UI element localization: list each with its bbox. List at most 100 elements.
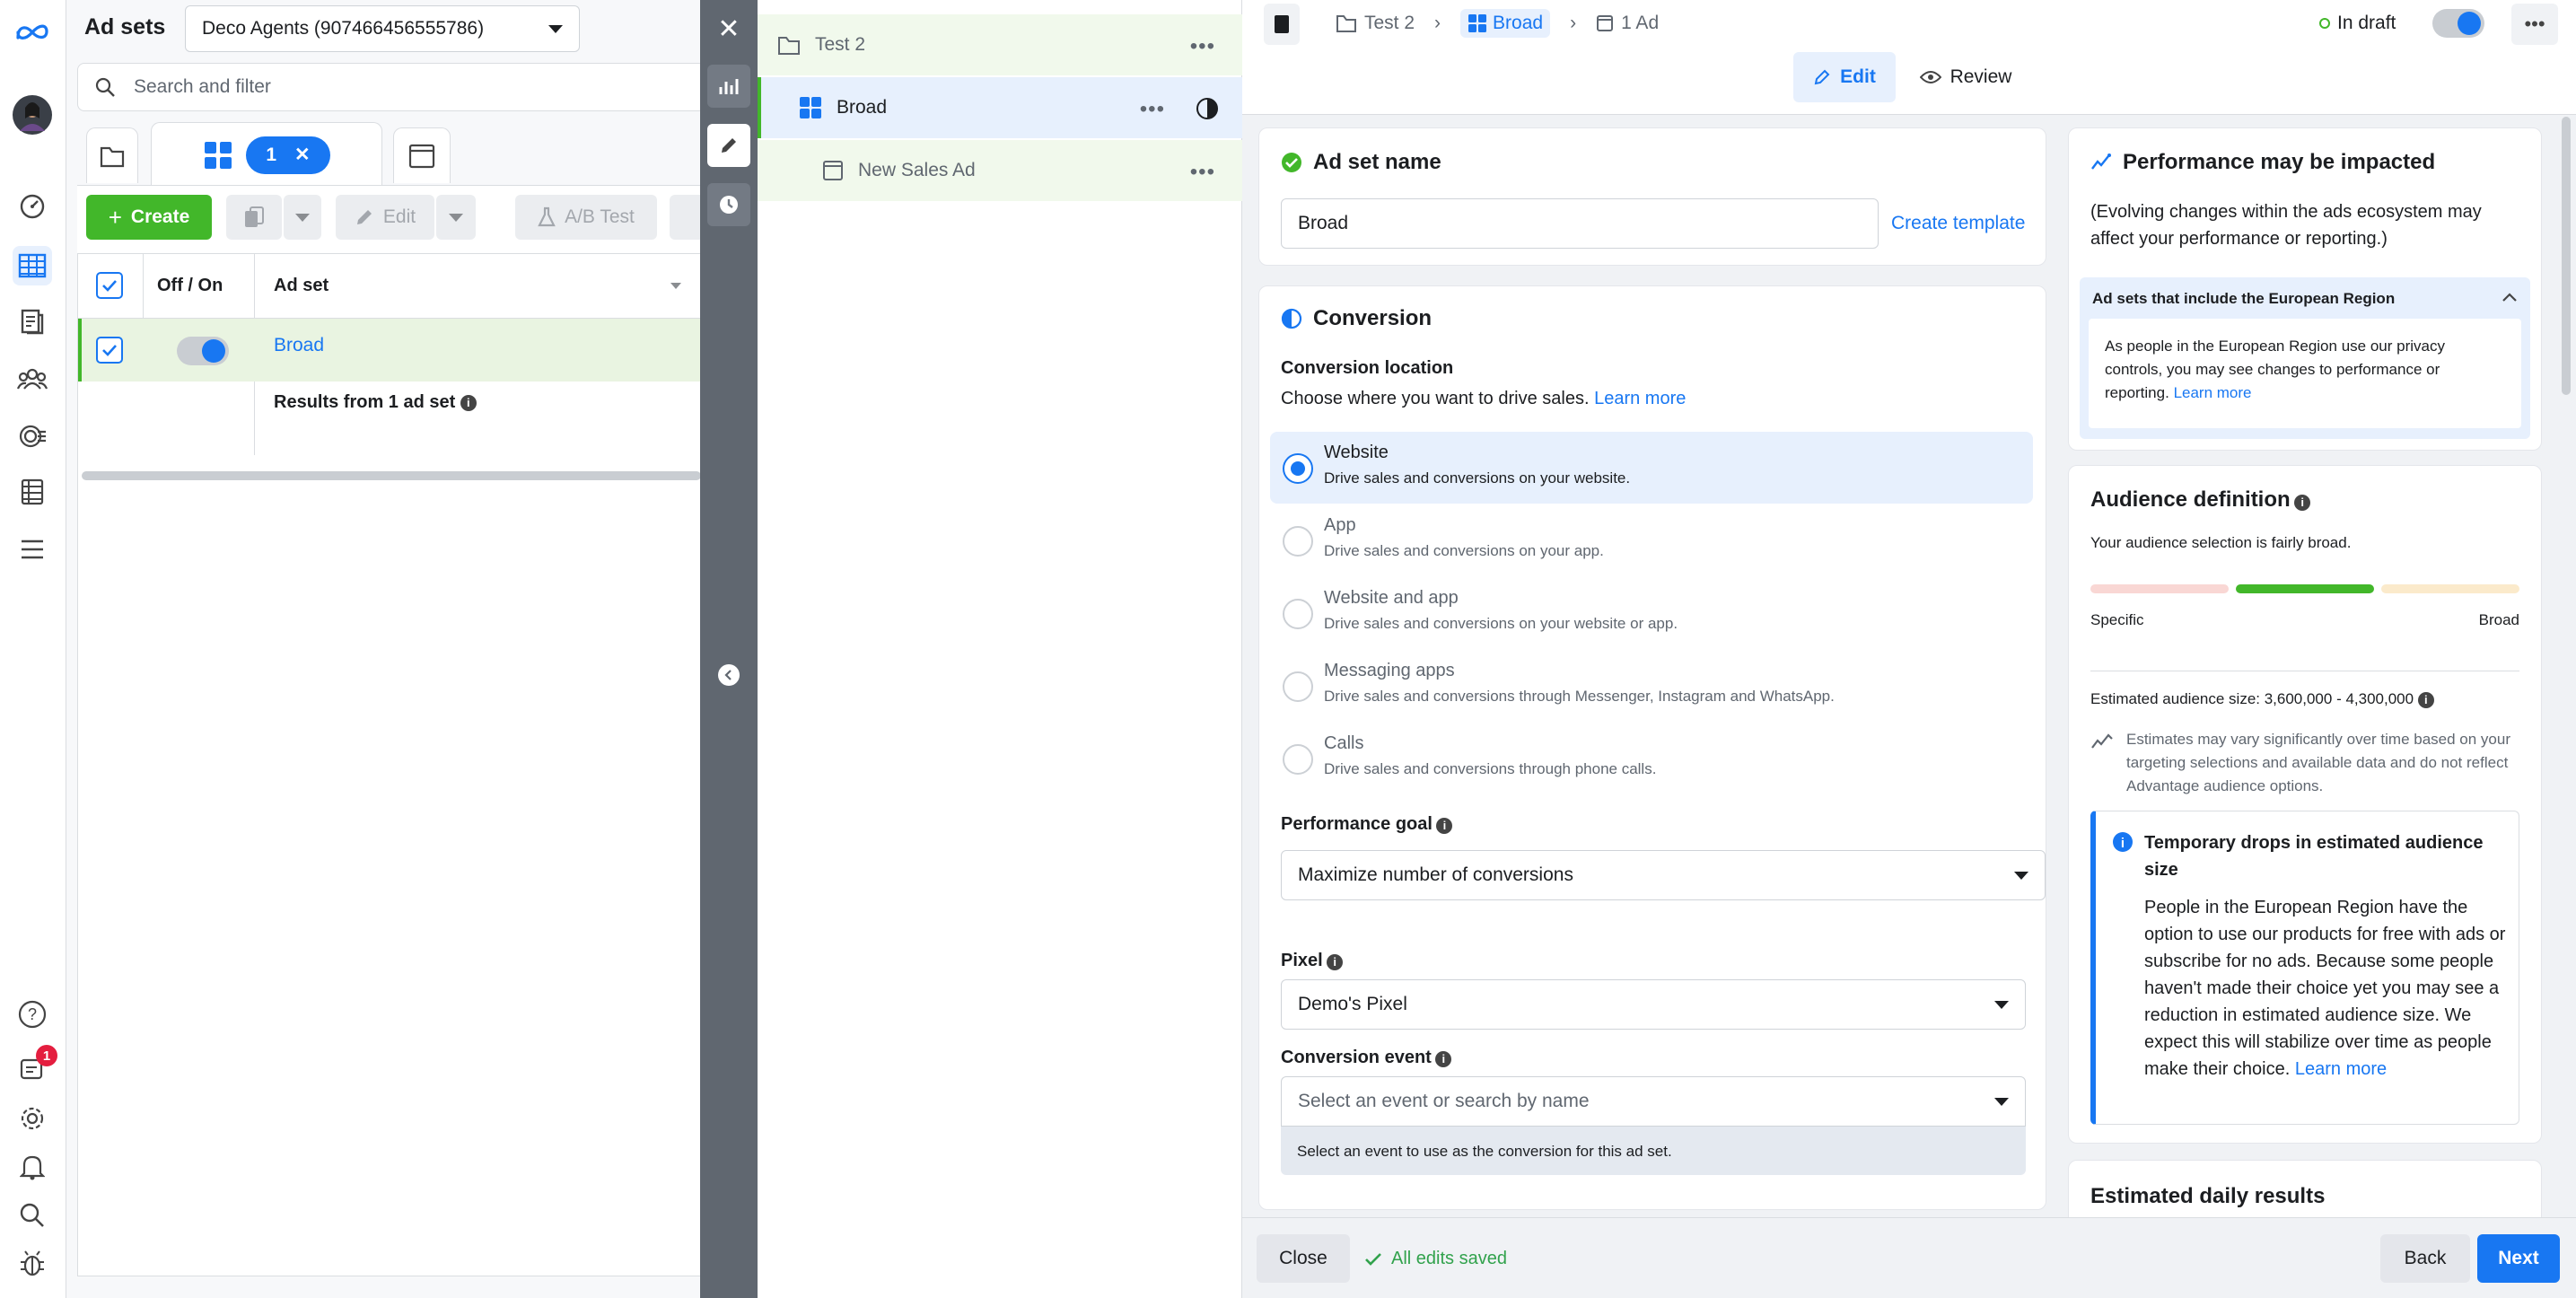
adset-editor: Test 2 › Broad › 1 Ad In draft ••• Edit … <box>1242 0 2576 1298</box>
radio-button[interactable] <box>1283 599 1313 629</box>
close-editor-icon[interactable]: ✕ <box>711 11 747 47</box>
tab-edit[interactable]: Edit <box>1793 52 1896 102</box>
radio-option-calls[interactable]: Calls Drive sales and conversions throug… <box>1270 723 2033 794</box>
table-row[interactable]: Broad <box>78 319 706 382</box>
tab-ads[interactable] <box>393 127 451 183</box>
row-checkbox[interactable] <box>96 337 123 364</box>
radio-option-app[interactable]: App Drive sales and conversions on your … <box>1270 504 2033 576</box>
breadcrumb-adset[interactable]: Broad <box>1460 9 1551 38</box>
conversion-event-placeholder: Select an event or search by name <box>1298 1091 1590 1111</box>
insights-chart-icon[interactable] <box>707 65 750 108</box>
radio-button[interactable] <box>1283 453 1313 484</box>
close-button[interactable]: Close <box>1257 1234 1350 1283</box>
radio-button[interactable] <box>1283 671 1313 702</box>
duplicate-dropdown-button[interactable] <box>284 195 321 240</box>
conversion-event-select[interactable]: Select an event or search by name <box>1281 1076 2026 1127</box>
create-label: Create <box>130 206 190 227</box>
breadcrumb-campaign[interactable]: Test 2 <box>1364 13 1415 34</box>
section-title[interactable]: Ad sets that include the European Region <box>2092 290 2395 308</box>
learn-more-link[interactable]: Learn more <box>1594 389 1686 408</box>
ads-manager-table-icon[interactable] <box>13 246 52 285</box>
select-all-checkbox[interactable] <box>96 272 123 299</box>
settings-gear-icon[interactable] <box>13 1099 52 1138</box>
option-description: Drive sales and conversions through phon… <box>1324 760 1657 777</box>
bug-report-icon[interactable] <box>13 1244 52 1284</box>
more-options-icon[interactable]: ••• <box>1190 34 1215 59</box>
audiences-icon[interactable] <box>13 359 52 399</box>
clear-selection-close-icon[interactable]: ✕ <box>294 144 311 166</box>
column-header-ad-set[interactable]: Ad set <box>274 276 329 296</box>
tree-item-campaign[interactable]: Test 2 ••• <box>758 14 1242 75</box>
selection-chip[interactable]: 1 ✕ <box>246 136 330 174</box>
adset-toggle-switch[interactable] <box>177 337 229 365</box>
bell-icon[interactable] <box>13 1147 52 1187</box>
next-button[interactable]: Next <box>2477 1234 2560 1283</box>
conversion-event-hint-text: Select an event to use as the conversion… <box>1297 1143 1672 1160</box>
edit-button[interactable]: Edit <box>336 195 434 240</box>
learn-more-link[interactable]: Learn more <box>2174 384 2252 401</box>
breadcrumb-separator-icon: › <box>1570 13 1577 33</box>
pages-icon[interactable] <box>13 302 52 341</box>
edit-dropdown-button[interactable] <box>436 195 476 240</box>
tab-campaigns[interactable] <box>86 127 138 183</box>
more-options-icon[interactable]: ••• <box>2511 4 2558 45</box>
pixel-select[interactable]: Demo's Pixel <box>1281 979 2026 1030</box>
performance-goal-select[interactable]: Maximize number of conversions <box>1281 850 2046 900</box>
breadcrumb-ad[interactable]: 1 Ad <box>1621 13 1659 34</box>
tree-item-adset[interactable]: Broad ••• <box>758 77 1242 138</box>
radio-option-messaging-apps[interactable]: Messaging apps Drive sales and conversio… <box>1270 650 2033 722</box>
radio-option-website[interactable]: Website Drive sales and conversions on y… <box>1270 432 2033 504</box>
search-icon[interactable] <box>13 1196 52 1235</box>
ab-test-button[interactable]: A/B Test <box>515 195 657 240</box>
duplicate-button[interactable] <box>226 195 282 240</box>
info-icon[interactable]: i <box>1436 817 1453 834</box>
tab-review[interactable]: Review <box>1912 52 2020 102</box>
info-icon[interactable]: i <box>460 394 477 411</box>
search-input[interactable]: Search and filter <box>77 63 705 111</box>
learn-more-link[interactable]: Learn more <box>2295 1059 2387 1079</box>
chevron-up-icon[interactable] <box>2502 292 2518 303</box>
all-tools-menu-icon[interactable] <box>13 530 52 569</box>
adset-name-link[interactable]: Broad <box>274 335 324 356</box>
sort-chevron-icon[interactable] <box>670 283 681 289</box>
sidebar-toggle-icon[interactable] <box>1264 4 1300 45</box>
billing-icon[interactable] <box>13 472 52 512</box>
history-clock-icon[interactable] <box>707 183 750 226</box>
option-title: Messaging apps <box>1324 661 1455 680</box>
column-header-toggle[interactable]: Off / On <box>157 276 223 296</box>
create-button[interactable]: + Create <box>86 195 212 240</box>
conversion-event-hint: Select an event to use as the conversion… <box>1281 1127 2026 1175</box>
info-icon[interactable]: i <box>2417 691 2434 708</box>
ad-account-selector[interactable]: Deco Agents (907466456555786) <box>185 5 580 52</box>
radio-option-website-and-app[interactable]: Website and app Drive sales and conversi… <box>1270 577 2033 649</box>
radio-button[interactable] <box>1283 526 1313 557</box>
adset-name-input[interactable]: Broad <box>1281 198 1879 249</box>
avatar[interactable] <box>13 95 52 135</box>
option-title: Calls <box>1324 733 1364 753</box>
radio-button[interactable] <box>1283 744 1313 775</box>
dashboard-gauge-icon[interactable] <box>13 187 52 226</box>
create-template-link[interactable]: Create template <box>1891 213 2025 234</box>
edit-pencil-icon[interactable] <box>707 124 750 167</box>
notifications-icon[interactable]: 1 <box>13 1045 57 1088</box>
events-manager-icon[interactable] <box>13 417 52 456</box>
card-title: Conversion <box>1281 306 1432 331</box>
next-button-label: Next <box>2498 1248 2539 1268</box>
more-options-icon[interactable]: ••• <box>1190 160 1215 185</box>
more-options-icon[interactable]: ••• <box>1140 97 1165 122</box>
meta-logo-icon[interactable] <box>13 13 52 52</box>
info-icon[interactable]: i <box>1327 953 1344 970</box>
vertical-scrollbar[interactable] <box>2562 117 2571 395</box>
info-icon[interactable]: i <box>2294 494 2311 511</box>
info-icon[interactable]: i <box>1435 1050 1452 1067</box>
adset-toggle-switch[interactable] <box>2432 9 2484 38</box>
help-icon[interactable]: ? <box>13 995 52 1034</box>
chevron-down-icon <box>548 25 563 33</box>
horizontal-scrollbar[interactable] <box>82 471 701 480</box>
option-title: Website <box>1324 443 1389 462</box>
collapse-chevron-left-icon[interactable] <box>718 664 740 686</box>
tree-item-ad[interactable]: New Sales Ad ••• <box>758 140 1242 201</box>
tab-ad-sets[interactable]: 1 ✕ <box>151 122 382 187</box>
back-button[interactable]: Back <box>2380 1234 2470 1283</box>
conversion-card-title: Conversion <box>1313 306 1433 330</box>
